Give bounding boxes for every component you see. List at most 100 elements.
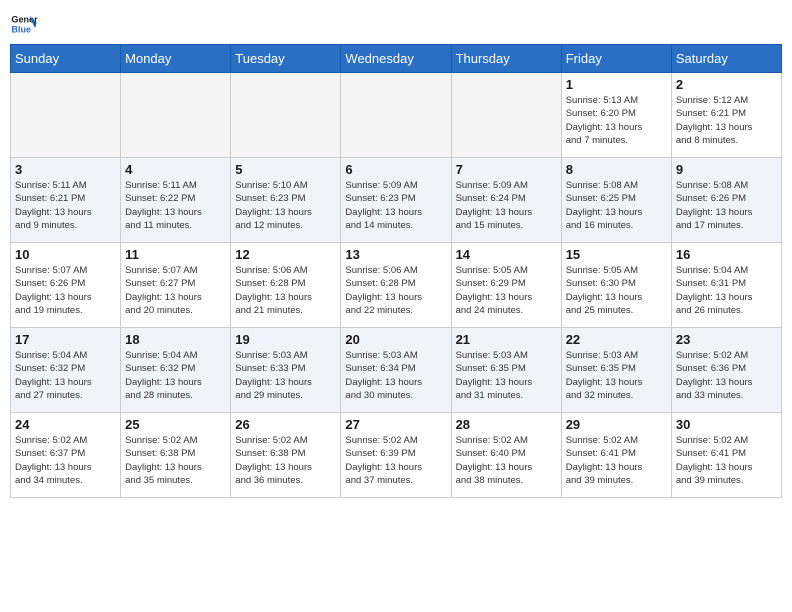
header-wednesday: Wednesday xyxy=(341,45,451,73)
page-header: General Blue xyxy=(10,10,782,38)
header-thursday: Thursday xyxy=(451,45,561,73)
day-info: Sunrise: 5:04 AM Sunset: 6:32 PM Dayligh… xyxy=(15,349,116,402)
day-info: Sunrise: 5:08 AM Sunset: 6:26 PM Dayligh… xyxy=(676,179,777,232)
header-friday: Friday xyxy=(561,45,671,73)
calendar-day xyxy=(451,73,561,158)
day-number: 29 xyxy=(566,417,667,432)
calendar-table: SundayMondayTuesdayWednesdayThursdayFrid… xyxy=(10,44,782,498)
calendar-day: 4 Sunrise: 5:11 AM Sunset: 6:22 PM Daylig… xyxy=(121,158,231,243)
day-number: 7 xyxy=(456,162,557,177)
day-info: Sunrise: 5:09 AM Sunset: 6:23 PM Dayligh… xyxy=(345,179,446,232)
day-number: 14 xyxy=(456,247,557,262)
day-number: 12 xyxy=(235,247,336,262)
day-number: 6 xyxy=(345,162,446,177)
day-info: Sunrise: 5:05 AM Sunset: 6:29 PM Dayligh… xyxy=(456,264,557,317)
calendar-day: 20 Sunrise: 5:03 AM Sunset: 6:34 PM Dayli… xyxy=(341,328,451,413)
day-info: Sunrise: 5:04 AM Sunset: 6:32 PM Dayligh… xyxy=(125,349,226,402)
day-number: 10 xyxy=(15,247,116,262)
calendar-day: 26 Sunrise: 5:02 AM Sunset: 6:38 PM Dayli… xyxy=(231,413,341,498)
header-monday: Monday xyxy=(121,45,231,73)
calendar-week-5: 24 Sunrise: 5:02 AM Sunset: 6:37 PM Dayli… xyxy=(11,413,782,498)
calendar-day: 12Sunrise: 5:06 AM Sunset: 6:28 PM Dayli… xyxy=(231,243,341,328)
calendar-day: 9 Sunrise: 5:08 AM Sunset: 6:26 PM Daylig… xyxy=(671,158,781,243)
day-info: Sunrise: 5:02 AM Sunset: 6:39 PM Dayligh… xyxy=(345,434,446,487)
calendar-day: 2Sunrise: 5:12 AM Sunset: 6:21 PM Daylig… xyxy=(671,73,781,158)
calendar-day: 10 Sunrise: 5:07 AM Sunset: 6:26 PM Dayli… xyxy=(11,243,121,328)
day-number: 20 xyxy=(345,332,446,347)
calendar-day: 19Sunrise: 5:03 AM Sunset: 6:33 PM Dayli… xyxy=(231,328,341,413)
calendar-day: 13Sunrise: 5:06 AM Sunset: 6:28 PM Dayli… xyxy=(341,243,451,328)
calendar-day: 25 Sunrise: 5:02 AM Sunset: 6:38 PM Dayli… xyxy=(121,413,231,498)
calendar-week-1: 1Sunrise: 5:13 AM Sunset: 6:20 PM Daylig… xyxy=(11,73,782,158)
calendar-day: 16 Sunrise: 5:04 AM Sunset: 6:31 PM Dayli… xyxy=(671,243,781,328)
day-info: Sunrise: 5:10 AM Sunset: 6:23 PM Dayligh… xyxy=(235,179,336,232)
calendar-day: 15 Sunrise: 5:05 AM Sunset: 6:30 PM Dayli… xyxy=(561,243,671,328)
day-info: Sunrise: 5:11 AM Sunset: 6:21 PM Dayligh… xyxy=(15,179,116,232)
day-info: Sunrise: 5:03 AM Sunset: 6:33 PM Dayligh… xyxy=(235,349,336,402)
calendar-day: 27 Sunrise: 5:02 AM Sunset: 6:39 PM Dayli… xyxy=(341,413,451,498)
day-number: 30 xyxy=(676,417,777,432)
day-info: Sunrise: 5:07 AM Sunset: 6:26 PM Dayligh… xyxy=(15,264,116,317)
calendar-day: 3 Sunrise: 5:11 AM Sunset: 6:21 PM Daylig… xyxy=(11,158,121,243)
day-number: 8 xyxy=(566,162,667,177)
calendar-day xyxy=(341,73,451,158)
day-info: Sunrise: 5:03 AM Sunset: 6:34 PM Dayligh… xyxy=(345,349,446,402)
calendar-day: 6 Sunrise: 5:09 AM Sunset: 6:23 PM Daylig… xyxy=(341,158,451,243)
logo-icon: General Blue xyxy=(10,10,38,38)
day-info: Sunrise: 5:12 AM Sunset: 6:21 PM Dayligh… xyxy=(676,94,777,147)
day-info: Sunrise: 5:03 AM Sunset: 6:35 PM Dayligh… xyxy=(456,349,557,402)
calendar-day: 21 Sunrise: 5:03 AM Sunset: 6:35 PM Dayli… xyxy=(451,328,561,413)
day-number: 18 xyxy=(125,332,226,347)
calendar-day: 17 Sunrise: 5:04 AM Sunset: 6:32 PM Dayli… xyxy=(11,328,121,413)
calendar-day: 14 Sunrise: 5:05 AM Sunset: 6:29 PM Dayli… xyxy=(451,243,561,328)
calendar-day: 23Sunrise: 5:02 AM Sunset: 6:36 PM Dayli… xyxy=(671,328,781,413)
day-number: 9 xyxy=(676,162,777,177)
day-info: Sunrise: 5:08 AM Sunset: 6:25 PM Dayligh… xyxy=(566,179,667,232)
day-number: 24 xyxy=(15,417,116,432)
logo: General Blue xyxy=(10,10,42,38)
calendar-day xyxy=(121,73,231,158)
day-number: 11 xyxy=(125,247,226,262)
header-saturday: Saturday xyxy=(671,45,781,73)
day-number: 22 xyxy=(566,332,667,347)
calendar-week-4: 17 Sunrise: 5:04 AM Sunset: 6:32 PM Dayli… xyxy=(11,328,782,413)
day-number: 3 xyxy=(15,162,116,177)
calendar-day xyxy=(231,73,341,158)
day-number: 25 xyxy=(125,417,226,432)
calendar-day: 5 Sunrise: 5:10 AM Sunset: 6:23 PM Daylig… xyxy=(231,158,341,243)
day-info: Sunrise: 5:02 AM Sunset: 6:36 PM Dayligh… xyxy=(676,349,777,402)
svg-text:Blue: Blue xyxy=(11,24,31,34)
day-info: Sunrise: 5:02 AM Sunset: 6:41 PM Dayligh… xyxy=(566,434,667,487)
day-number: 27 xyxy=(345,417,446,432)
header-tuesday: Tuesday xyxy=(231,45,341,73)
day-info: Sunrise: 5:02 AM Sunset: 6:37 PM Dayligh… xyxy=(15,434,116,487)
day-info: Sunrise: 5:06 AM Sunset: 6:28 PM Dayligh… xyxy=(345,264,446,317)
day-number: 26 xyxy=(235,417,336,432)
day-number: 15 xyxy=(566,247,667,262)
day-info: Sunrise: 5:13 AM Sunset: 6:20 PM Dayligh… xyxy=(566,94,667,147)
day-info: Sunrise: 5:07 AM Sunset: 6:27 PM Dayligh… xyxy=(125,264,226,317)
calendar-day: 28Sunrise: 5:02 AM Sunset: 6:40 PM Dayli… xyxy=(451,413,561,498)
day-info: Sunrise: 5:02 AM Sunset: 6:38 PM Dayligh… xyxy=(235,434,336,487)
day-info: Sunrise: 5:02 AM Sunset: 6:41 PM Dayligh… xyxy=(676,434,777,487)
day-info: Sunrise: 5:09 AM Sunset: 6:24 PM Dayligh… xyxy=(456,179,557,232)
day-info: Sunrise: 5:11 AM Sunset: 6:22 PM Dayligh… xyxy=(125,179,226,232)
day-info: Sunrise: 5:02 AM Sunset: 6:38 PM Dayligh… xyxy=(125,434,226,487)
day-info: Sunrise: 5:05 AM Sunset: 6:30 PM Dayligh… xyxy=(566,264,667,317)
calendar-week-2: 3 Sunrise: 5:11 AM Sunset: 6:21 PM Daylig… xyxy=(11,158,782,243)
day-number: 4 xyxy=(125,162,226,177)
day-info: Sunrise: 5:03 AM Sunset: 6:35 PM Dayligh… xyxy=(566,349,667,402)
calendar-week-3: 10 Sunrise: 5:07 AM Sunset: 6:26 PM Dayli… xyxy=(11,243,782,328)
day-info: Sunrise: 5:04 AM Sunset: 6:31 PM Dayligh… xyxy=(676,264,777,317)
header-sunday: Sunday xyxy=(11,45,121,73)
calendar-header-row: SundayMondayTuesdayWednesdayThursdayFrid… xyxy=(11,45,782,73)
day-number: 16 xyxy=(676,247,777,262)
day-number: 5 xyxy=(235,162,336,177)
day-number: 17 xyxy=(15,332,116,347)
calendar-day: 7 Sunrise: 5:09 AM Sunset: 6:24 PM Daylig… xyxy=(451,158,561,243)
day-number: 21 xyxy=(456,332,557,347)
calendar-day: 22 Sunrise: 5:03 AM Sunset: 6:35 PM Dayli… xyxy=(561,328,671,413)
calendar-day: 30 Sunrise: 5:02 AM Sunset: 6:41 PM Dayli… xyxy=(671,413,781,498)
calendar-day: 1Sunrise: 5:13 AM Sunset: 6:20 PM Daylig… xyxy=(561,73,671,158)
calendar-day: 11 Sunrise: 5:07 AM Sunset: 6:27 PM Dayli… xyxy=(121,243,231,328)
